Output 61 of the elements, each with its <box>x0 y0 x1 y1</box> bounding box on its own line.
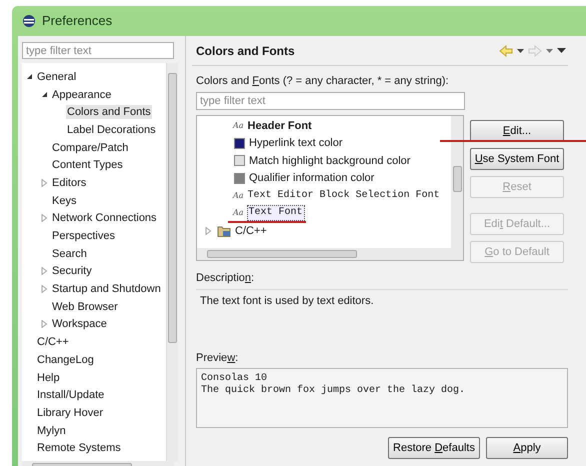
window-title: Preferences <box>42 14 112 28</box>
tree-item[interactable]: Security <box>51 264 93 278</box>
font-color-entry[interactable]: Text Font <box>246 205 305 222</box>
tree-item[interactable]: Install/Update <box>36 388 106 402</box>
page-title: Colors and Fonts <box>196 44 295 58</box>
tree-item[interactable]: Compare/Patch <box>51 140 130 155</box>
tree-item[interactable]: Search <box>51 246 88 261</box>
tree-item[interactable]: Label Decorations <box>66 122 157 137</box>
tree-item[interactable]: Help <box>36 370 61 385</box>
font-color-entry[interactable]: Match highlight background color <box>248 154 412 168</box>
tree-item[interactable]: Colors and Fonts <box>66 105 152 120</box>
scrollbar[interactable] <box>451 116 463 248</box>
dialog-button[interactable]: Edit... <box>470 120 564 142</box>
section-label: Preview: <box>196 351 240 365</box>
tree-item[interactable]: Remote Systems <box>36 441 122 456</box>
font-icon: Aa <box>233 206 244 220</box>
font-color-entry[interactable]: Header Font <box>246 118 313 133</box>
tree-item[interactable]: Workspace <box>51 317 108 332</box>
filter-field[interactable]: type filter text <box>22 42 174 59</box>
dialog-button[interactable]: Use System Font <box>470 148 564 170</box>
tree-item[interactable]: Editors <box>51 176 88 190</box>
collapsed-arrow-icon[interactable] <box>40 320 48 328</box>
app-icon <box>22 14 36 28</box>
tree-item[interactable]: C/C++ <box>36 335 70 350</box>
tree-item[interactable]: Library Hover <box>36 406 104 420</box>
font-color-entry[interactable]: C/C++ <box>234 224 268 238</box>
folder-icon <box>217 224 231 237</box>
collapsed-arrow-icon[interactable] <box>40 178 48 187</box>
collapsed-arrow-icon[interactable] <box>40 285 48 294</box>
collapsed-arrow-icon[interactable] <box>205 226 212 235</box>
tree-item[interactable]: Content Types <box>51 158 124 172</box>
dialog-button[interactable]: Restore Defaults <box>388 437 480 459</box>
tree-item[interactable]: Web Browser <box>51 300 119 314</box>
tree-item[interactable]: Appearance <box>51 88 112 102</box>
expanded-arrow-icon[interactable] <box>40 91 48 98</box>
menu-icon[interactable] <box>557 48 566 53</box>
tree-item[interactable]: Keys <box>51 194 78 208</box>
font-color-entry[interactable]: Qualifier information color <box>248 171 376 186</box>
filter-label: Colors and Fonts (? = any character, * = any string): <box>195 74 450 88</box>
tree-item[interactable]: Startup and Shutdown <box>51 282 162 296</box>
scrollbar[interactable] <box>166 63 178 461</box>
font-color-entry[interactable]: Hyperlink text color <box>248 136 344 150</box>
filter-field[interactable]: type filter text <box>196 92 465 110</box>
collapsed-arrow-icon[interactable] <box>40 267 48 276</box>
font-icon: Aa <box>233 118 244 133</box>
dialog-button[interactable]: Apply <box>486 437 568 459</box>
font-icon: Aa <box>233 188 244 203</box>
section-label: Description: <box>196 271 256 285</box>
tree-item[interactable]: Mylyn <box>36 424 67 438</box>
dropdown-icon[interactable] <box>517 48 524 52</box>
tree-item[interactable]: Perspectives <box>51 229 116 244</box>
tree-item[interactable]: Network Connections <box>51 211 158 226</box>
font-color-entry[interactable]: Text Editor Block Selection Font <box>246 188 441 203</box>
collapsed-arrow-icon[interactable] <box>40 214 48 222</box>
tree-item[interactable]: ChangeLog <box>36 352 95 367</box>
dropdown-icon[interactable] <box>546 48 553 52</box>
preview-box: Consolas 10 The quick brown fox jumps over the lazy dog. <box>196 368 568 428</box>
scrollbar[interactable] <box>197 248 463 260</box>
description-box: The text font is used by text editors. <box>196 289 568 341</box>
expanded-arrow-icon[interactable] <box>26 73 32 80</box>
tree-item[interactable]: General <box>36 70 78 84</box>
